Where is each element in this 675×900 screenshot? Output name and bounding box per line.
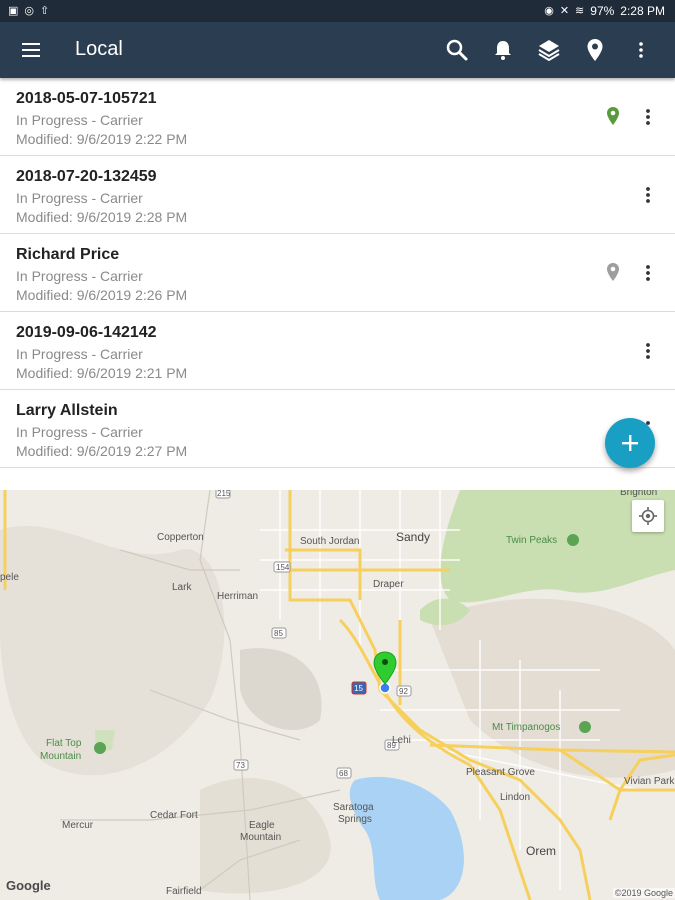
map-label: Cedar Fort (150, 810, 198, 821)
page-title: Local (75, 38, 123, 60)
item-more-icon[interactable] (641, 340, 655, 362)
map-label: Saratoga (333, 802, 374, 813)
app-bar: Local (0, 22, 675, 78)
list-item[interactable]: 2018-05-07-105721 In Progress - Carrier … (0, 78, 675, 156)
route-shields: 215 154 85 15 92 73 68 89 (215, 490, 412, 779)
layers-icon[interactable] (537, 38, 561, 62)
map-label: Sandy (396, 530, 431, 544)
map-label: Mountain (40, 751, 82, 762)
status-bar: ▣ ◎ ⇧ ◉ ✕ ≋ 97% 2:28 PM (0, 0, 675, 22)
item-modified: Modified: 9/6/2019 2:22 PM (16, 131, 188, 147)
item-more-icon[interactable] (641, 106, 655, 128)
item-status: In Progress - Carrier (16, 424, 143, 440)
item-modified: Modified: 9/6/2019 2:21 PM (16, 365, 188, 381)
item-status: In Progress - Carrier (16, 190, 143, 206)
list-item[interactable]: 2018-07-20-132459 In Progress - Carrier … (0, 156, 675, 234)
map-label: Fairfield (166, 886, 202, 897)
image-notification-icon: ▣ (8, 5, 19, 17)
map-label: Mountain (240, 832, 282, 843)
route-shield-215: 215 (217, 490, 231, 498)
item-name: 2018-07-20-132459 (16, 168, 157, 185)
item-modified: Modified: 9/6/2019 2:27 PM (16, 443, 188, 459)
map-label: Brighton (620, 490, 658, 498)
wifi-status-icon: ≋ (575, 5, 585, 17)
item-modified: Modified: 9/6/2019 2:26 PM (16, 287, 188, 303)
route-shield-68: 68 (339, 769, 348, 778)
list-item[interactable]: 2019-09-06-142142 In Progress - Carrier … (0, 312, 675, 390)
map-label: Herriman (217, 591, 259, 602)
item-name: 2019-09-06-142142 (16, 324, 157, 341)
map-label: Flat Top (46, 738, 82, 749)
map-label: Pleasant Grove (466, 767, 535, 778)
map-label: Twin Peaks (506, 535, 558, 546)
item-name: 2018-05-07-105721 (16, 90, 157, 107)
route-shield-154: 154 (276, 563, 290, 572)
plus-icon (622, 435, 638, 451)
location-pin-icon[interactable] (606, 106, 620, 126)
map-label: Lehi (392, 735, 411, 746)
map-label: Draper (373, 579, 404, 590)
bell-icon[interactable] (491, 38, 515, 62)
map-copyright: ©2019 Google (612, 888, 675, 898)
battery-level: 97% (590, 4, 615, 18)
route-shield-92: 92 (399, 687, 408, 696)
location-status-icon: ◉ (544, 5, 554, 17)
route-shield-73: 73 (236, 761, 245, 770)
item-more-icon[interactable] (641, 262, 655, 284)
map-label: Eagle (249, 820, 275, 831)
map-label: Copperton (157, 532, 204, 543)
item-more-icon[interactable] (641, 184, 655, 206)
list-item[interactable]: Larry Allstein In Progress - Carrier Mod… (0, 390, 675, 468)
more-vert-icon[interactable] (629, 38, 653, 62)
location-pin-icon[interactable] (583, 38, 607, 62)
map-label: Mt Timpanogos (492, 722, 561, 733)
map-label: Lark (172, 582, 192, 593)
map-canvas: 215 154 85 15 92 73 68 89 (0, 490, 675, 900)
my-location-button[interactable] (632, 500, 664, 532)
map-label: Mercur (62, 820, 94, 831)
mute-status-icon: ✕ (559, 5, 570, 17)
item-status: In Progress - Carrier (16, 346, 143, 362)
map-label: Springs (338, 814, 372, 825)
map-label: Orem (526, 844, 556, 858)
item-name: Richard Price (16, 246, 120, 263)
upload-notification-icon: ⇧ (40, 5, 50, 17)
item-list: 2018-05-07-105721 In Progress - Carrier … (0, 78, 675, 470)
crosshair-icon (639, 507, 657, 525)
list-item[interactable]: Richard Price In Progress - Carrier Modi… (0, 234, 675, 312)
map-label: Vivian Park (624, 776, 675, 787)
item-status: In Progress - Carrier (16, 268, 143, 284)
item-status: In Progress - Carrier (16, 112, 143, 128)
map-view[interactable]: 215 154 85 15 92 73 68 89 Brighton Coppe… (0, 490, 675, 900)
map-label: pele (0, 572, 19, 583)
map-label: South Jordan (300, 536, 360, 547)
item-name: Larry Allstein (16, 402, 118, 419)
google-logo: Google (6, 878, 51, 893)
clock: 2:28 PM (620, 4, 665, 18)
search-icon[interactable] (445, 38, 469, 62)
map-label: Lindon (500, 792, 531, 803)
menu-icon[interactable] (20, 39, 44, 61)
sync-notification-icon: ◎ (24, 5, 35, 17)
add-button[interactable] (605, 418, 655, 468)
route-shield-15: 15 (354, 684, 363, 693)
location-pin-icon[interactable] (606, 262, 620, 282)
route-shield-85: 85 (274, 629, 283, 638)
item-modified: Modified: 9/6/2019 2:28 PM (16, 209, 188, 225)
